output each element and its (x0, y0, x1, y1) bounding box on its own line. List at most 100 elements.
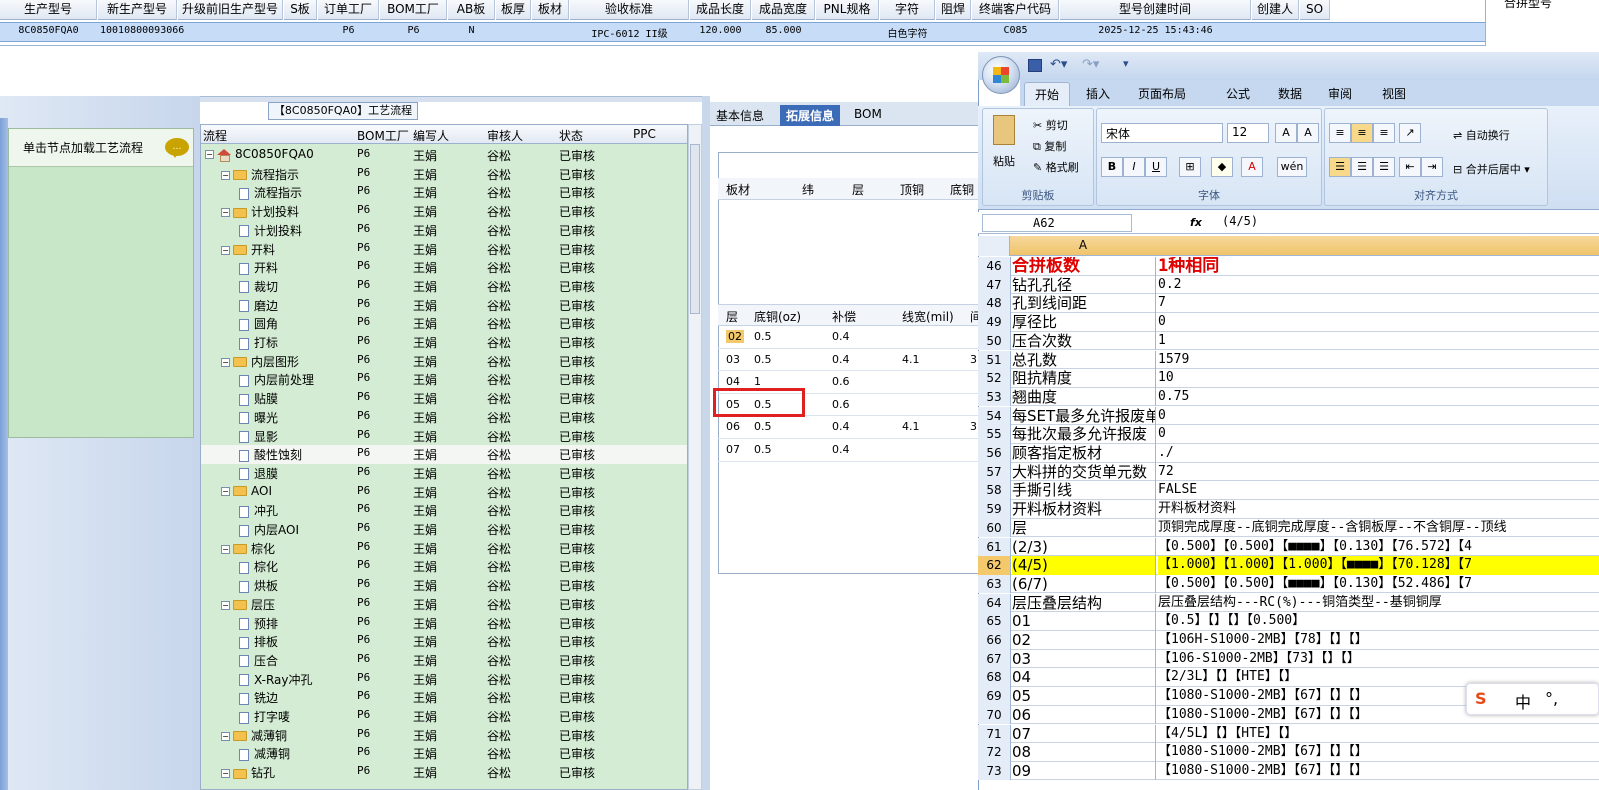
cell-b[interactable]: 【1080-S1000-2MB】【67】【】【】 (1158, 762, 1599, 781)
redo-icon[interactable]: ↷▾ (1082, 57, 1099, 72)
orientation-icon[interactable]: ↗ (1399, 123, 1421, 143)
sheet-row[interactable]: 57 大料拼的交货单元数 72 (978, 462, 1599, 482)
tree-row[interactable]: − 开料 P6 王娟 谷松 已审核 (201, 240, 687, 259)
align-center-icon[interactable]: ☰ (1351, 157, 1373, 177)
tree-node[interactable]: − 内层图形 (221, 353, 299, 370)
collapse-icon[interactable]: − (221, 731, 230, 741)
tree-header-1[interactable]: BOM工厂 (357, 127, 409, 144)
decrease-indent-icon[interactable]: ⇤ (1399, 157, 1421, 177)
collapse-icon[interactable]: − (221, 208, 230, 218)
sheet-row[interactable]: 52 阻抗精度 10 (978, 369, 1599, 388)
tree-node[interactable]: − 8C0850FQA0 (205, 147, 314, 162)
tree-node[interactable]: − 流程指示 (221, 166, 299, 183)
sheet-row[interactable]: 49 厚径比 0 (978, 313, 1599, 332)
sheet-row[interactable]: 55 每批次最多允许报废 0 (978, 425, 1599, 444)
tree-row[interactable]: 显影 P6 王娟 谷松 已审核 (201, 427, 687, 446)
cell-a[interactable]: 大料拼的交货单元数 (1012, 462, 1156, 482)
cell-a[interactable]: 05 (1012, 687, 1156, 706)
tree-node[interactable]: 棕化 (239, 558, 278, 575)
col-header-11[interactable]: 成品宽度 (752, 0, 815, 20)
fill-color-icon[interactable]: ◆ (1211, 157, 1233, 177)
tree-row[interactable]: 烘板 P6 王娟 谷松 已审核 (201, 576, 687, 595)
cell-b[interactable]: 顶铜完成厚度--底铜完成厚度--含铜板厚--不含铜厚--顶线 (1158, 519, 1599, 538)
align-left-icon[interactable]: ☰ (1329, 157, 1351, 177)
tree-row[interactable]: 贴膜 P6 王娟 谷松 已审核 (201, 389, 687, 408)
tree-header-5[interactable]: PPC (633, 127, 656, 141)
cell-b[interactable]: 【0.500】【0.500】【■■■■】【0.130】【52.486】【7 (1158, 575, 1599, 594)
cell-b[interactable]: 1 (1158, 332, 1599, 351)
office-button-icon[interactable] (982, 56, 1020, 94)
cell-b[interactable]: 0 (1158, 407, 1599, 426)
ribbon-tab-1[interactable]: 插入 (1086, 85, 1110, 102)
cell-a[interactable]: 04 (1012, 668, 1156, 687)
cell-b[interactable]: 0.2 (1158, 276, 1599, 295)
align-right-icon[interactable]: ☰ (1373, 157, 1395, 177)
cell-a[interactable]: 阻抗精度 (1012, 369, 1156, 388)
save-icon[interactable] (1028, 59, 1042, 72)
sheet-row[interactable]: 58 手撕引线 FALSE (978, 481, 1599, 500)
cell-a[interactable]: 每SET最多允许报废单 (1012, 406, 1156, 426)
tree-node[interactable]: 内层前处理 (239, 371, 314, 388)
cell-a[interactable]: 07 (1012, 724, 1156, 744)
tree-row[interactable]: 退膜 P6 王娟 谷松 已审核 (201, 464, 687, 483)
tree-row[interactable]: 裁切 P6 王娟 谷松 已审核 (201, 277, 687, 296)
row-number[interactable]: 72 (978, 743, 1011, 762)
sheet-row[interactable]: 71 07 【4/5L】【】【HTE】【】 (978, 724, 1599, 744)
tree-node[interactable]: 冲孔 (239, 502, 278, 519)
sheet-row[interactable]: 73 09 【1080-S1000-2MB】【67】【】【】 (978, 761, 1599, 781)
row-number[interactable]: 57 (978, 462, 1011, 482)
cell-a[interactable]: 压合次数 (1012, 331, 1156, 351)
tree-node[interactable]: 圆角 (239, 315, 278, 332)
tree-row[interactable]: 减薄铜 P6 王娟 谷松 已审核 (201, 744, 687, 763)
collapse-icon[interactable]: − (221, 357, 230, 367)
tree-node[interactable]: − 减薄铜 (221, 727, 287, 744)
cell-b[interactable]: 【106H-S1000-2MB】【78】【】【】 (1158, 631, 1599, 650)
cell-a[interactable]: 02 (1012, 631, 1156, 650)
tree-row[interactable]: 预排 P6 王娟 谷松 已审核 (201, 614, 687, 633)
quick-access-dropdown-icon[interactable]: ▾ (1123, 57, 1129, 70)
layer-row[interactable]: 03 0.5 0.4 4.1 3. (718, 349, 981, 372)
col-header-5[interactable]: BOM工厂 (380, 0, 447, 20)
font-name-select[interactable]: 宋体 (1101, 123, 1223, 143)
row-number[interactable]: 50 (978, 331, 1011, 351)
border-icon[interactable]: ⊞ (1179, 157, 1201, 177)
tree-row[interactable]: 曝光 P6 王娟 谷松 已审核 (201, 408, 687, 427)
tree-node[interactable]: − 钻孔 (221, 764, 275, 781)
column-a-header[interactable]: A (1011, 238, 1155, 252)
sheet-row[interactable]: 51 总孔数 1579 (978, 350, 1599, 370)
tree-node[interactable]: 贴膜 (239, 390, 278, 407)
tree-row[interactable]: 酸性蚀刻 P6 王娟 谷松 已审核 (201, 445, 687, 464)
tree-node[interactable]: − 计划投料 (221, 203, 299, 220)
col-header-9[interactable]: 验收标准 (570, 0, 689, 20)
row-number[interactable]: 59 (978, 500, 1011, 519)
paste-button[interactable]: 粘贴 (993, 153, 1015, 169)
phonetic-icon[interactable]: wén (1277, 157, 1307, 177)
tree-node[interactable]: − 棕化 (221, 540, 275, 557)
sheet-row[interactable]: 61 (2/3) 【0.500】【0.500】【■■■■】【0.130】【76.… (978, 537, 1599, 557)
tree-row[interactable]: 圆角 P6 王娟 谷松 已审核 (201, 314, 687, 333)
sheet-row[interactable]: 56 顾客指定板材 ./ (978, 444, 1599, 463)
tree-node[interactable]: 开料 (239, 259, 278, 276)
cell-b[interactable]: 开料板材资料 (1158, 500, 1599, 519)
cell-a[interactable]: 钻孔孔径 (1012, 275, 1156, 295)
tree-header-3[interactable]: 审核人 (487, 127, 523, 144)
sheet-row[interactable]: 46 合拼板数 1种相同 (978, 257, 1599, 276)
cell-a[interactable]: 层压叠层结构 (1012, 593, 1156, 613)
cell-b[interactable]: 1种相同 (1158, 257, 1599, 276)
tree-node[interactable]: 铣边 (239, 689, 278, 706)
col-header-1[interactable]: 新生产型号 (98, 0, 177, 20)
row-number[interactable]: 73 (978, 761, 1011, 781)
tree-node[interactable]: 流程指示 (239, 184, 302, 201)
load-hint-label[interactable]: 单击节点加载工艺流程 … (9, 129, 193, 167)
font-size-select[interactable]: 12 (1227, 123, 1269, 143)
row-number[interactable]: 67 (978, 649, 1011, 669)
tree-node[interactable]: 打标 (239, 334, 278, 351)
col-header-6[interactable]: AB板 (448, 0, 495, 20)
cell-b[interactable]: 【1.000】【1.000】【1.000】【■■■■】【70.128】【7 (1158, 556, 1599, 575)
italic-icon[interactable]: I (1123, 157, 1145, 177)
tree-node[interactable]: X-Ray冲孔 (239, 671, 312, 688)
row-number[interactable]: 53 (978, 387, 1011, 407)
ribbon-tab-2[interactable]: 页面布局 (1138, 85, 1186, 102)
cell-b[interactable]: 【1080-S1000-2MB】【67】【】【】 (1158, 743, 1599, 762)
col-header-18[interactable]: SO (1300, 0, 1330, 20)
